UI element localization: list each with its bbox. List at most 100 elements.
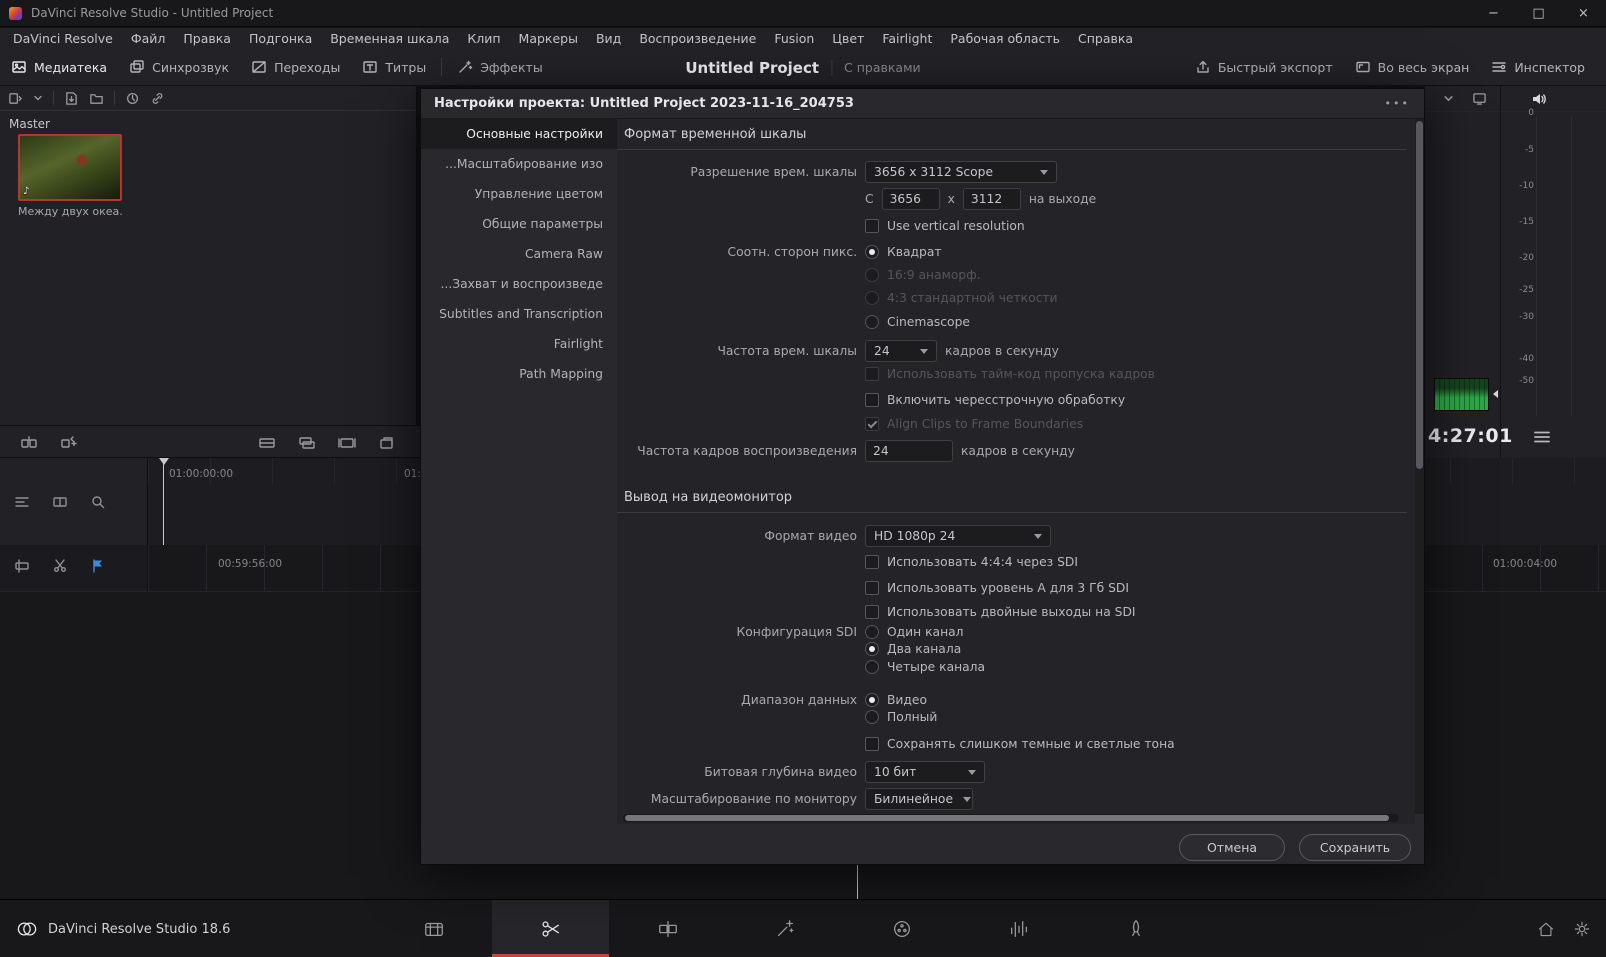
menu-playback[interactable]: Воспроизведение [630,28,765,49]
preserve-tones-checkbox[interactable] [865,737,879,751]
collapse-arrow-icon[interactable] [1493,390,1498,398]
data-range-video-radio[interactable] [865,693,879,707]
menu-color[interactable]: Цвет [823,28,873,49]
sidebar-item-capture-playback[interactable]: ...Захват и воспроизведе [421,269,617,299]
statusbar: DaVinci Resolve Studio 18.6 [0,899,1606,957]
page-fairlight-button[interactable] [960,900,1077,957]
relink-media-button[interactable] [150,91,165,106]
playback-framerate-input[interactable] [865,440,953,462]
horizontal-scrollbar[interactable] [623,814,1399,822]
effects-toggle-button[interactable]: Эффекты [446,49,554,86]
sdi-dual-radio[interactable] [865,642,879,656]
page-edit-button[interactable] [609,900,726,957]
pixel-aspect-cinemascope-radio[interactable] [865,315,879,329]
data-range-full-radio[interactable] [865,710,879,724]
bit-depth-select[interactable]: 10 бит [865,761,985,783]
trim-mode-icon[interactable] [14,558,30,574]
page-cut-button[interactable] [492,900,609,957]
cancel-button[interactable]: Отмена [1179,834,1285,861]
import-folder-button[interactable] [89,91,104,106]
menu-fusion[interactable]: Fusion [765,28,823,49]
sidebar-item-image-scaling[interactable]: ...Масштабирование изо [421,149,617,179]
menu-file[interactable]: Файл [122,28,175,49]
sidebar-item-general-options[interactable]: Общие параметры [421,209,617,239]
track-resize-icon[interactable] [52,494,68,510]
media-pool-toggle-button[interactable]: Медиатека [0,49,118,86]
sidebar-item-color-management[interactable]: Управление цветом [421,179,617,209]
menu-help[interactable]: Справка [1069,28,1142,49]
menu-view[interactable]: Вид [587,28,630,49]
menu-timeline[interactable]: Временная шкала [321,28,458,49]
sdi-single-radio[interactable] [865,625,879,639]
menu-trim[interactable]: Подгонка [240,28,321,49]
interlaced-checkbox[interactable] [865,393,879,407]
maximize-button[interactable]: □ [1516,0,1561,27]
close-button[interactable]: × [1561,0,1606,27]
minimize-button[interactable]: − [1471,0,1516,27]
use-vertical-resolution-checkbox[interactable] [865,219,879,233]
app-brand: DaVinci Resolve Studio 18.6 [16,900,230,957]
horizontal-scrollbar-thumb[interactable] [625,815,1389,821]
save-button[interactable]: Сохранить [1299,834,1411,861]
track-zoom-icon[interactable] [90,494,106,510]
clip-thumbnail[interactable]: ♪ [18,134,122,201]
gear-icon[interactable] [1572,919,1592,939]
home-icon[interactable] [1536,920,1556,938]
menu-workspace[interactable]: Рабочая область [941,28,1069,49]
timeline-framerate-select[interactable]: 24 [865,340,937,362]
video-format-select[interactable]: HD 1080p 24 [865,525,1051,547]
menu-markers[interactable]: Маркеры [510,28,587,49]
monitor-overlay-icon[interactable] [1472,92,1487,105]
sync-bin-toggle-button[interactable]: Синхрозвук [118,49,240,86]
audio-meter-preview[interactable] [1434,378,1489,411]
sidebar-item-path-mapping[interactable]: Path Mapping [421,359,617,389]
titles-toggle-button[interactable]: Титры [351,49,437,86]
monitor-scaling-select[interactable]: Билинейное [865,788,973,810]
sdi-level-a-checkbox[interactable] [865,581,879,595]
transitions-toggle-button[interactable]: Переходы [240,49,351,86]
custom-width-input[interactable] [882,188,940,210]
page-fusion-button[interactable] [726,900,843,957]
append-clip-icon[interactable] [60,435,78,451]
custom-height-input[interactable] [963,188,1021,210]
menu-clip[interactable]: Клип [458,28,509,49]
viewer-menu-icon[interactable] [1534,431,1550,443]
page-color-button[interactable] [843,900,960,957]
sdi-dual-outputs-checkbox[interactable] [865,605,879,619]
sidebar-item-fairlight[interactable]: Fairlight [421,329,617,359]
full-timeline-icon[interactable] [338,435,356,451]
sidebar-item-camera-raw[interactable]: Camera Raw [421,239,617,269]
snapshot-icon[interactable] [378,435,396,451]
track-options-icon[interactable] [14,494,30,510]
media-clip-card[interactable]: ♪ Между двух океа... [18,134,126,218]
flag-icon[interactable] [90,558,106,574]
sidebar-item-master-settings[interactable]: Основные настройки [421,119,617,149]
speaker-icon[interactable] [1531,92,1547,106]
menu-fairlight[interactable]: Fairlight [873,28,941,49]
import-media-button[interactable] [64,91,79,106]
dialog-overflow-icon[interactable]: ••• [1385,97,1424,110]
razor-icon[interactable] [52,558,68,574]
dialog-vertical-scrollbar[interactable] [1415,119,1424,814]
timeline-view-option-icon[interactable] [258,435,276,451]
menu-davinci-resolve[interactable]: DaVinci Resolve [4,28,122,49]
inspector-button[interactable]: Инспектор [1480,49,1596,86]
menu-edit[interactable]: Правка [174,28,240,49]
sync-clips-button[interactable] [125,91,140,106]
pixel-aspect-square-radio[interactable] [865,245,879,259]
sdi-quad-radio[interactable] [865,660,879,674]
fullscreen-button[interactable]: Во весь экран [1344,49,1481,86]
quick-export-button[interactable]: Быстрый экспорт [1184,49,1344,86]
dual-timeline-icon[interactable] [298,435,316,451]
sidebar-item-subtitles[interactable]: Subtitles and Transcription [421,299,617,329]
dialog-scrollbar-thumb[interactable] [1416,121,1423,469]
smart-insert-icon[interactable] [20,435,38,451]
clip-view-mode-button[interactable] [8,91,23,106]
upper-playhead[interactable] [163,458,164,545]
view-options-chevron-icon[interactable] [33,93,43,103]
page-media-button[interactable] [375,900,492,957]
sdi-444-checkbox[interactable] [865,555,879,569]
timeline-resolution-select[interactable]: 3656 x 3112 Scope [865,161,1057,183]
viewer-options-chevron-icon[interactable] [1443,93,1454,104]
page-deliver-button[interactable] [1077,900,1194,957]
